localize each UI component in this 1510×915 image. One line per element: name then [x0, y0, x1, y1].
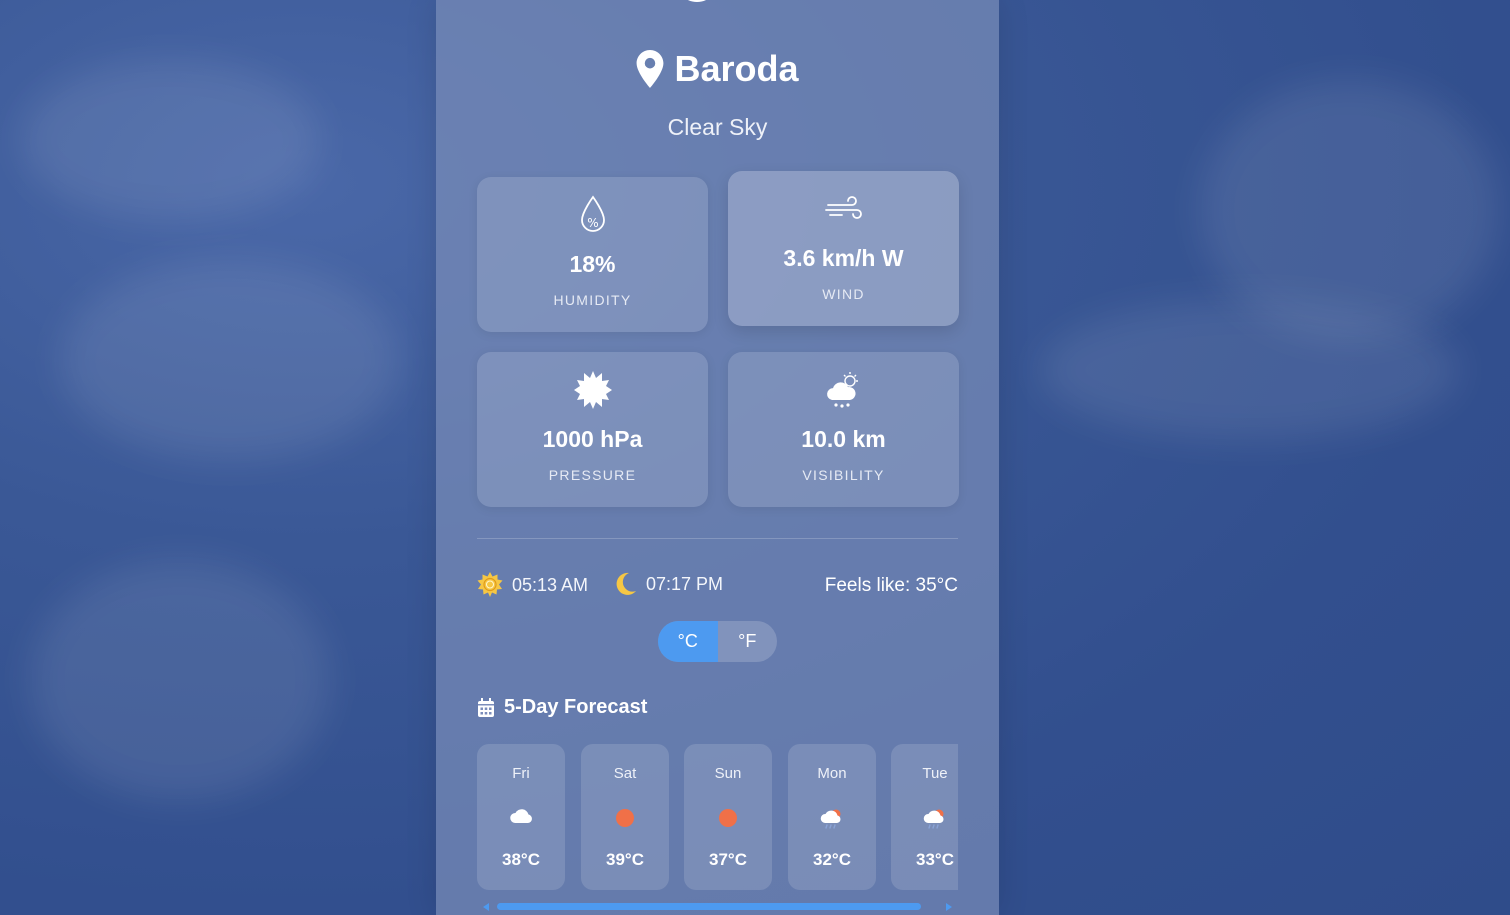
rain-cloud-sun-icon — [820, 809, 841, 829]
forecast-scrollbar[interactable] — [477, 900, 958, 914]
map-pin-icon — [637, 50, 664, 88]
weather-condition: Clear Sky — [667, 114, 768, 140]
celsius-button[interactable]: °C — [658, 621, 718, 662]
top-overflow-shape — [685, 0, 709, 2]
sunrise-info: 05:13 AM — [477, 572, 588, 598]
forecast-day-name: Tue — [922, 765, 948, 782]
pressure-label: PRESSURE — [548, 467, 637, 483]
pressure-card[interactable]: 1000 hPa PRESSURE — [477, 352, 708, 507]
forecast-temp: 33°C — [916, 850, 954, 869]
sun-icon — [616, 809, 634, 827]
unit-toggle: °C °F — [658, 621, 777, 662]
svg-text:%: % — [587, 216, 598, 230]
sunset-info: 07:17 PM — [615, 572, 723, 596]
scroll-left-arrow-icon[interactable] — [483, 903, 489, 911]
scrollbar-thumb[interactable] — [497, 903, 921, 910]
sunset-time: 07:17 PM — [646, 573, 724, 594]
location-header: Baroda — [436, 48, 999, 90]
cloud-icon — [510, 809, 532, 823]
section-divider — [477, 538, 958, 539]
humidity-drop-icon: % — [580, 195, 605, 232]
sunrise-time: 05:13 AM — [512, 574, 589, 595]
forecast-day-card[interactable]: Tue 33°C — [891, 744, 958, 890]
weather-card: Baroda Clear Sky % 18% HUMIDITY 3.6 km/h… — [436, 0, 999, 915]
forecast-day-card[interactable]: Mon 32°C — [788, 744, 876, 890]
city-name: Baroda — [674, 48, 799, 89]
forecast-day-card[interactable]: Fri 38°C — [477, 744, 565, 890]
sun-icon — [719, 809, 737, 827]
forecast-temp: 32°C — [813, 850, 851, 869]
humidity-value: 18% — [569, 251, 616, 277]
fahrenheit-button[interactable]: °F — [718, 621, 778, 662]
forecast-day-name: Sat — [613, 765, 637, 782]
sun-times-row: 05:13 AM 07:17 PM Feels like: 35°C — [477, 570, 958, 600]
wind-label: WIND — [822, 286, 865, 302]
feels-like: Feels like: 35°C — [824, 575, 958, 596]
forecast-strip[interactable]: Fri 38°C Sat 39°C Sun 37°C Mon 32°C Tue … — [477, 744, 958, 890]
forecast-title: 5-Day Forecast — [504, 696, 648, 718]
forecast-day-name: Mon — [817, 765, 847, 782]
visibility-card[interactable]: 10.0 km VISIBILITY — [728, 352, 959, 507]
pressure-value: 1000 hPa — [542, 426, 643, 452]
sun-icon — [477, 572, 503, 597]
rain-cloud-sun-icon — [923, 809, 944, 829]
forecast-temp: 39°C — [606, 850, 644, 869]
pressure-sun-icon — [573, 371, 612, 409]
moon-icon — [616, 572, 636, 595]
humidity-label: HUMIDITY — [553, 292, 632, 308]
wind-value: 3.6 km/h W — [783, 245, 904, 271]
cloud-sun-rain-icon — [826, 372, 858, 408]
visibility-label: VISIBILITY — [802, 467, 885, 483]
forecast-day-card[interactable]: Sat 39°C — [581, 744, 669, 890]
calendar-icon — [478, 697, 494, 717]
forecast-day-name: Sun — [714, 765, 742, 782]
forecast-temp: 38°C — [502, 850, 540, 869]
visibility-value: 10.0 km — [801, 426, 886, 452]
forecast-day-card[interactable]: Sun 37°C — [684, 744, 772, 890]
wind-card[interactable]: 3.6 km/h W WIND — [728, 171, 959, 326]
forecast-day-name: Fri — [512, 765, 530, 782]
humidity-card[interactable]: % 18% HUMIDITY — [477, 177, 708, 332]
scroll-right-arrow-icon[interactable] — [946, 903, 952, 911]
wind-icon — [824, 196, 862, 219]
forecast-temp: 37°C — [709, 850, 747, 869]
forecast-heading: 5-Day Forecast — [477, 696, 647, 719]
